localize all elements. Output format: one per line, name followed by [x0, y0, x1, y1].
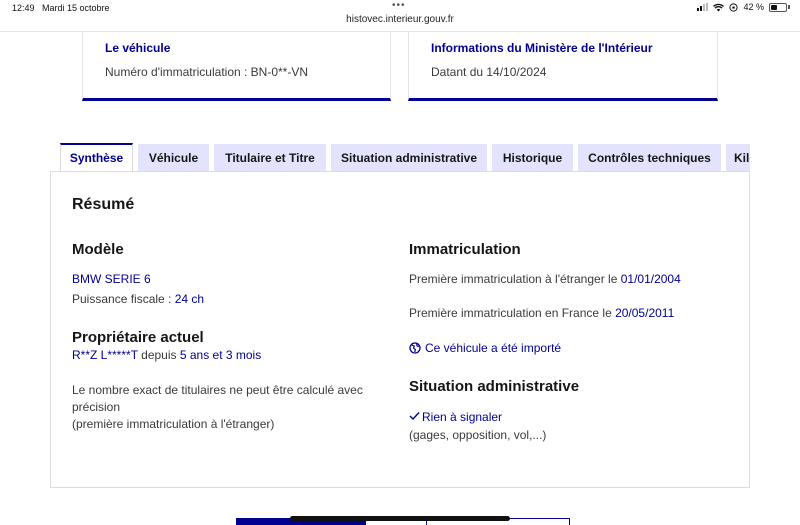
situation-status-label: Rien à signaler — [422, 410, 503, 424]
situation-status: Rien à signaler — [409, 409, 502, 425]
status-time: 12:49 — [12, 3, 35, 13]
tab-situation-administrative[interactable]: Situation administrative — [331, 144, 487, 172]
tab-controles-techniques[interactable]: Contrôles techniques — [578, 144, 721, 172]
globe-icon — [409, 342, 421, 354]
owner-name: R**Z L*****T — [72, 348, 138, 362]
imported-vehicle-link[interactable]: Ce véhicule a été importé — [409, 340, 561, 356]
owner-note-line2: précision — [72, 400, 121, 414]
tab-historique[interactable]: Historique — [492, 144, 573, 172]
vehicle-card: Le véhicule Numéro d'immatriculation : B… — [82, 32, 391, 101]
puissance-fiscale: Puissance fiscale : 24 ch — [72, 291, 204, 307]
puissance-label: Puissance fiscale : — [72, 292, 175, 306]
immatriculation-heading: Immatriculation — [409, 241, 521, 258]
first-registration-abroad: Première immatriculation à l'étranger le… — [409, 271, 681, 287]
owner-note-line1: Le nombre exact de titulaires ne peut êt… — [72, 383, 363, 397]
proprietaire-heading: Propriétaire actuel — [72, 329, 204, 346]
modele-heading: Modèle — [72, 241, 124, 258]
owner-note-line3: (première immatriculation à l'étranger) — [72, 417, 275, 431]
france-label: Première immatriculation en France le — [409, 306, 616, 320]
ministry-info-card: Informations du Ministère de l'Intérieur… — [408, 32, 718, 101]
imported-link-label[interactable]: Ce véhicule a été importé — [425, 341, 561, 355]
puissance-value: 24 ch — [174, 292, 205, 306]
address-bar-url[interactable]: histovec.interieur.gouv.fr — [0, 14, 800, 25]
orientation-lock-icon — [729, 2, 739, 12]
signal-icon — [697, 3, 709, 11]
tab-titulaire[interactable]: Titulaire et Titre — [214, 144, 326, 172]
checkmark-icon — [409, 412, 420, 421]
model-name: BMW SERIE 6 — [72, 272, 151, 286]
france-date: 20/05/2011 — [615, 306, 675, 320]
home-indicator[interactable] — [290, 516, 510, 521]
owner-line: R**Z L*****T depuis 5 ans et 3 mois — [72, 347, 261, 363]
battery-percent: 42 % — [743, 2, 764, 12]
ministry-card-title: Informations du Ministère de l'Intérieur — [431, 41, 653, 55]
resume-heading: Résumé — [72, 196, 135, 213]
tab-bar: Synthèse Véhicule Titulaire et Titre Sit… — [60, 143, 750, 172]
more-dots-icon[interactable]: ••• — [392, 0, 406, 11]
registration-number: Numéro d'immatriculation : BN-0**-VN — [105, 65, 309, 79]
tab-vehicule[interactable]: Véhicule — [138, 144, 209, 172]
battery-icon — [769, 2, 787, 12]
situation-heading: Situation administrative — [409, 378, 580, 395]
vehicle-card-title: Le véhicule — [105, 41, 171, 55]
ministry-card-date: Datant du 14/10/2024 — [431, 65, 547, 79]
battery-tip — [788, 5, 790, 9]
situation-detail: (gages, opposition, vol,...) — [409, 428, 547, 442]
status-indicators: 42 % — [697, 2, 790, 12]
owner-duration: 5 ans et 3 mois — [179, 348, 262, 362]
wifi-icon — [713, 3, 725, 11]
tab-kilometrage[interactable]: Kilométrage — [726, 144, 750, 172]
abroad-label: Première immatriculation à l'étranger le — [409, 272, 621, 286]
first-registration-france: Première immatriculation en France le 20… — [409, 305, 674, 321]
status-date: Mardi 15 octobre — [42, 3, 110, 13]
abroad-date: 01/01/2004 — [620, 272, 681, 286]
owner-depuis: depuis — [137, 348, 180, 362]
tab-synthese[interactable]: Synthèse — [60, 143, 133, 172]
